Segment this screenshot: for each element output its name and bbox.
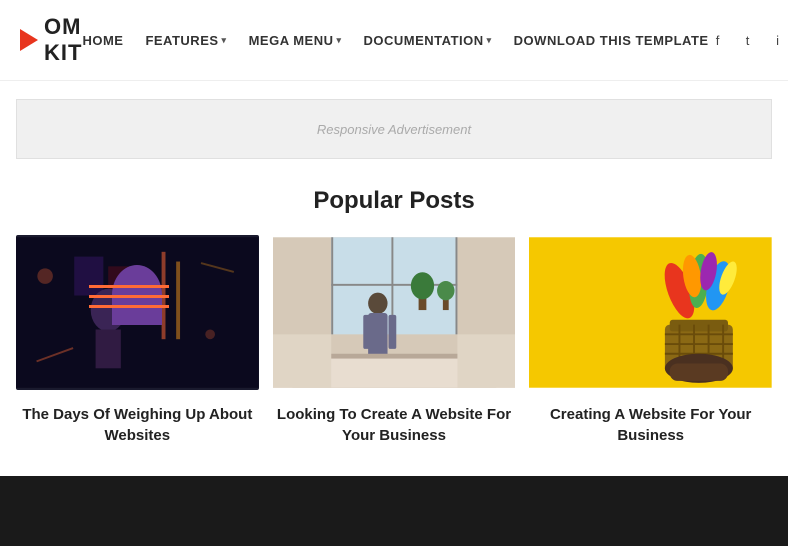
- nav-home-label: HOME: [82, 33, 123, 48]
- nav-features[interactable]: FEATURES ▾: [145, 33, 226, 48]
- ad-banner: Responsive Advertisement: [16, 99, 772, 159]
- post-image-office: [273, 235, 516, 390]
- logo-play-icon: [20, 29, 38, 51]
- facebook-icon[interactable]: f: [709, 31, 727, 49]
- social-links: f t i p: [709, 31, 788, 49]
- instagram-icon[interactable]: i: [769, 31, 787, 49]
- ad-label: Responsive Advertisement: [317, 122, 471, 137]
- post-title-2: Looking To Create A Website For Your Bus…: [273, 404, 516, 446]
- chevron-down-icon: ▾: [222, 35, 227, 46]
- logo-text: OM KIT: [44, 14, 82, 66]
- chevron-down-icon: ▾: [336, 35, 341, 46]
- nav-download[interactable]: DOWNLOAD THIS TEMPLATE: [514, 33, 709, 48]
- nav-mega-menu[interactable]: MEGA MENU ▾: [249, 33, 342, 48]
- post-card-1[interactable]: The Days Of Weighing Up About Websites: [16, 235, 259, 446]
- nav-home[interactable]: HOME: [82, 33, 123, 48]
- post-image-dark: [16, 235, 259, 390]
- nav-documentation[interactable]: DOCUMENTATION ▾: [364, 33, 492, 48]
- popular-posts-section: Popular Posts: [0, 177, 788, 476]
- footer-dark: [0, 476, 788, 546]
- nav-features-label: FEATURES: [145, 33, 218, 48]
- post-title-3: Creating A Website For Your Business: [529, 404, 772, 446]
- post-card-3[interactable]: Creating A Website For Your Business: [529, 235, 772, 446]
- header: OM KIT HOME FEATURES ▾ MEGA MENU ▾ DOCUM…: [0, 0, 788, 81]
- post-title-1: The Days Of Weighing Up About Websites: [16, 404, 259, 446]
- post-image-yellow: [529, 235, 772, 390]
- post-image-3: [529, 235, 772, 390]
- post-image-2: [273, 235, 516, 390]
- nav-mega-menu-label: MEGA MENU: [249, 33, 334, 48]
- main-nav: HOME FEATURES ▾ MEGA MENU ▾ DOCUMENTATIO…: [82, 33, 708, 48]
- posts-grid: The Days Of Weighing Up About Websites: [16, 235, 772, 446]
- post-image-1: [16, 235, 259, 390]
- post-card-2[interactable]: Looking To Create A Website For Your Bus…: [273, 235, 516, 446]
- chevron-down-icon: ▾: [487, 35, 492, 46]
- nav-download-label: DOWNLOAD THIS TEMPLATE: [514, 33, 709, 48]
- twitter-icon[interactable]: t: [739, 31, 757, 49]
- popular-posts-title: Popular Posts: [16, 187, 772, 215]
- nav-documentation-label: DOCUMENTATION: [364, 33, 484, 48]
- logo[interactable]: OM KIT: [20, 14, 82, 66]
